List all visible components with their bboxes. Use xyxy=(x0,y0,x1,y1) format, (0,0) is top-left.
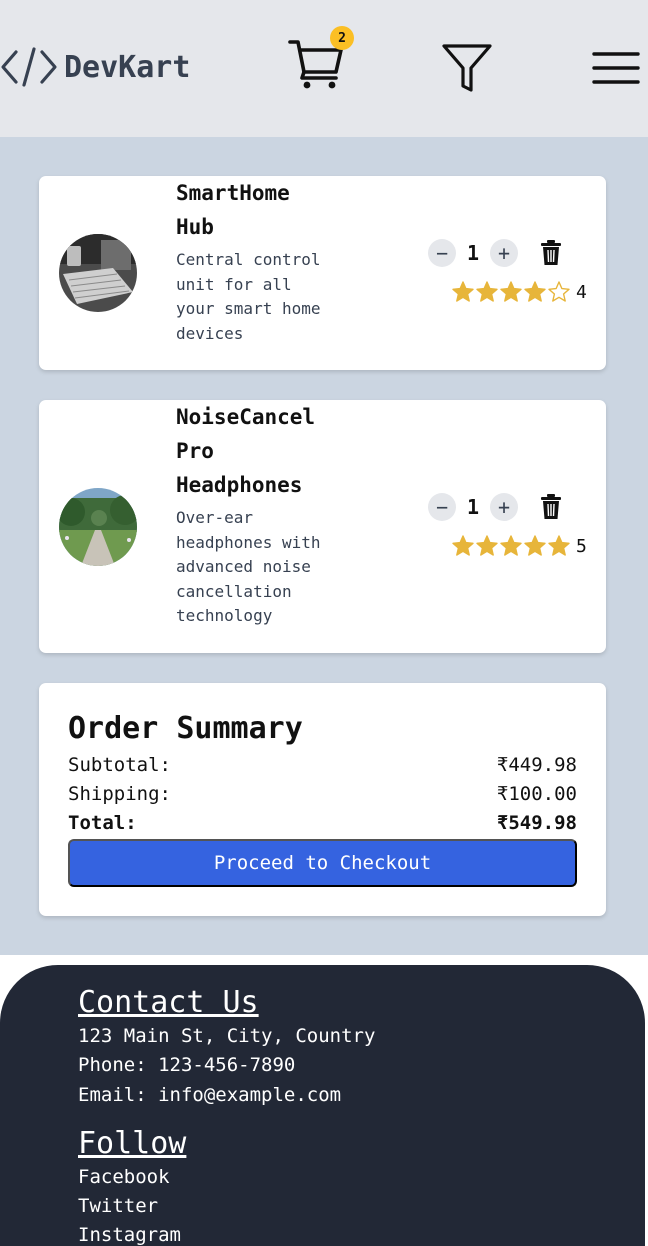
decrement-button[interactable]: − xyxy=(428,493,456,521)
star-filled-icon xyxy=(452,535,474,556)
facebook-link[interactable]: Facebook xyxy=(78,1166,170,1188)
star-filled-icon xyxy=(524,535,546,556)
contact-phone[interactable]: Phone: 123-456-7890 xyxy=(78,1054,295,1076)
quantity-stepper: − 1 + xyxy=(428,239,562,267)
rating-value: 4 xyxy=(576,281,587,303)
subtotal-row: Subtotal: ₹449.98 xyxy=(68,754,577,776)
star-filled-icon xyxy=(500,281,522,302)
quantity-value: 1 xyxy=(466,495,480,519)
contact-heading: Contact Us xyxy=(78,985,259,1020)
cart-button[interactable]: 2 xyxy=(288,26,354,92)
code-icon xyxy=(1,47,57,87)
decrement-button[interactable]: − xyxy=(428,239,456,267)
park-path-photo xyxy=(59,488,137,566)
follow-heading: Follow xyxy=(78,1126,187,1161)
brand-name: DevKart xyxy=(64,49,191,85)
shipping-row: Shipping: ₹100.00 xyxy=(68,783,577,805)
total-value: ₹549.98 xyxy=(496,812,577,834)
cart-item-card: NoiseCancel Pro Headphones Over-ear head… xyxy=(39,400,606,653)
subtotal-value: ₹449.98 xyxy=(496,754,577,776)
product-description: Over-ear headphones with advanced noise … xyxy=(176,508,321,625)
product-image[interactable] xyxy=(59,488,137,566)
subtotal-label: Subtotal: xyxy=(68,754,171,776)
brand-logo[interactable]: DevKart xyxy=(0,42,190,92)
filter-button[interactable] xyxy=(441,42,493,98)
increment-button[interactable]: + xyxy=(490,493,518,521)
cart-count-badge: 2 xyxy=(330,26,354,50)
top-header: DevKart 2 xyxy=(0,0,648,137)
order-summary-title: Order Summary xyxy=(68,711,303,746)
product-name[interactable]: NoiseCancel Pro Headphones xyxy=(176,400,326,502)
remove-item-button[interactable] xyxy=(540,494,562,520)
total-row: Total: ₹549.98 xyxy=(68,812,577,834)
contact-address: 123 Main St, City, Country xyxy=(78,1025,376,1047)
total-label: Total: xyxy=(68,812,137,834)
star-filled-icon xyxy=(476,535,498,556)
star-filled-icon xyxy=(452,281,474,302)
quantity-stepper: − 1 + xyxy=(428,493,562,521)
star-rating: 5 xyxy=(451,534,587,558)
product-name[interactable]: SmartHome Hub xyxy=(176,176,326,244)
cart-item-card: SmartHome Hub Central control unit for a… xyxy=(39,176,606,370)
rating-value: 5 xyxy=(576,535,587,557)
star-filled-icon xyxy=(524,281,546,302)
keyboard-photo xyxy=(59,234,137,312)
rating-stars xyxy=(451,534,571,558)
star-filled-icon xyxy=(476,281,498,302)
site-footer: Contact Us 123 Main St, City, Country Ph… xyxy=(0,965,645,1246)
trash-icon xyxy=(541,240,561,265)
star-filled-icon xyxy=(500,535,522,556)
hamburger-menu-icon xyxy=(592,52,640,84)
filter-icon xyxy=(442,44,492,92)
star-rating: 4 xyxy=(451,280,587,304)
star-filled-icon xyxy=(548,535,570,556)
proceed-to-checkout-button[interactable]: Proceed to Checkout xyxy=(68,839,577,887)
instagram-link[interactable]: Instagram xyxy=(78,1224,181,1246)
trash-icon xyxy=(541,494,561,519)
increment-button[interactable]: + xyxy=(490,239,518,267)
shipping-label: Shipping: xyxy=(68,783,171,805)
order-summary: Order Summary Subtotal: ₹449.98 Shipping… xyxy=(39,683,606,916)
star-empty-icon xyxy=(548,281,570,302)
remove-item-button[interactable] xyxy=(540,240,562,266)
rating-stars xyxy=(451,280,571,304)
menu-button[interactable] xyxy=(592,50,640,90)
contact-email[interactable]: Email: info@example.com xyxy=(78,1084,341,1106)
shipping-value: ₹100.00 xyxy=(496,783,577,805)
product-description: Central control unit for all your smart … xyxy=(176,250,321,343)
quantity-value: 1 xyxy=(466,241,480,265)
product-image[interactable] xyxy=(59,234,137,312)
twitter-link[interactable]: Twitter xyxy=(78,1195,158,1217)
